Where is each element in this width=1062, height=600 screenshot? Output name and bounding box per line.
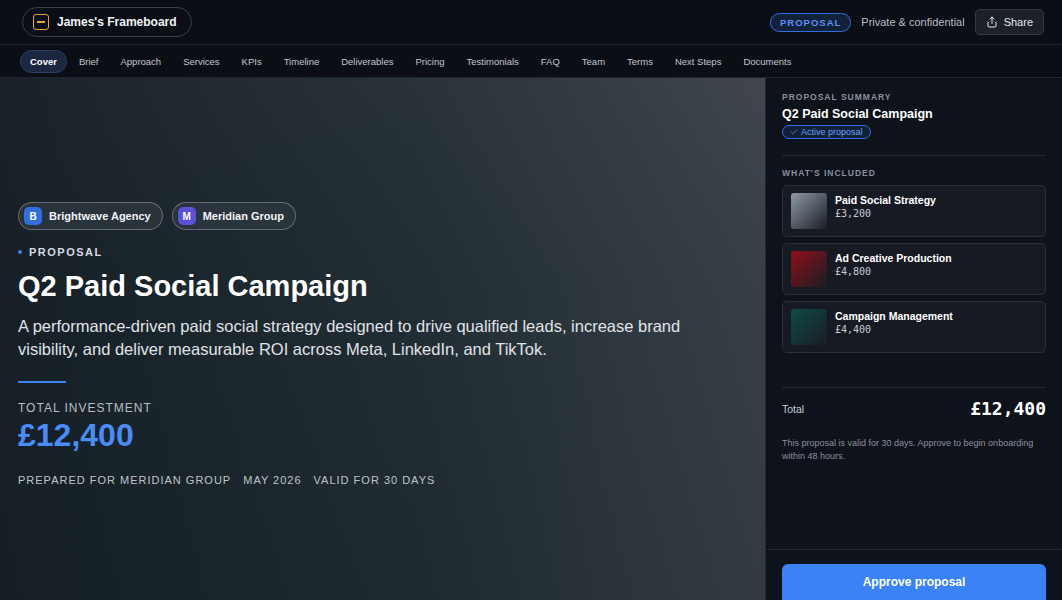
party-initial: M [178, 207, 196, 225]
nav-tab[interactable]: FAQ [531, 50, 570, 73]
item-thumbnail [791, 309, 827, 345]
hero-title: Q2 Paid Social Campaign [18, 270, 747, 303]
divider [782, 155, 1046, 156]
nav-tab[interactable]: Next Steps [665, 50, 731, 73]
sidebar-footer: Approve proposal [766, 549, 1062, 600]
party-chip: MMeridian Group [172, 202, 296, 230]
nav-tab[interactable]: Terms [617, 50, 663, 73]
hero-description: A performance-driven paid social strateg… [18, 315, 743, 361]
check-icon [790, 128, 798, 136]
total-row: Total £12,400 [782, 387, 1046, 419]
meta-item: MAY 2026 [243, 474, 301, 486]
summary-sidebar: PROPOSAL SUMMARY Q2 Paid Social Campaign A… [765, 78, 1062, 600]
validity-note: This proposal is valid for 30 days. Appr… [782, 437, 1046, 463]
nav-tab[interactable]: Deliverables [331, 50, 403, 73]
meta-item: PREPARED FOR MERIDIAN GROUP [18, 474, 231, 486]
section-nav: CoverBriefApproachServicesKPIsTimelineDe… [0, 45, 1062, 78]
nav-tab[interactable]: Services [173, 50, 229, 73]
frame-icon [33, 14, 49, 30]
top-actions: PROPOSAL Private & confidential Share [770, 9, 1044, 35]
item-name: Ad Creative Production [835, 252, 952, 264]
approve-button[interactable]: Approve proposal [782, 564, 1046, 600]
item-price: £4,800 [835, 266, 952, 277]
brand[interactable]: James's Frameboard [22, 7, 192, 37]
top-bar: James's Frameboard PROPOSAL Private & conf… [0, 0, 1062, 45]
status-badge: Active proposal [782, 125, 871, 139]
nav-tab[interactable]: Team [572, 50, 615, 73]
item-name: Campaign Management [835, 310, 953, 322]
hero-eyebrow: PROPOSAL [18, 246, 747, 258]
brand-name: James's Frameboard [57, 15, 177, 29]
included-item[interactable]: Paid Social Strategy £3,200 [782, 185, 1046, 237]
privacy-label: Private & confidential [861, 16, 964, 28]
item-thumbnail [791, 193, 827, 229]
investment-label: TOTAL INVESTMENT [18, 401, 747, 415]
included-item[interactable]: Ad Creative Production £4,800 [782, 243, 1046, 295]
summary-eyebrow: PROPOSAL SUMMARY [782, 92, 1046, 102]
meta-item: VALID FOR 30 DAYS [314, 474, 436, 486]
item-price: £4,400 [835, 324, 953, 335]
included-label: WHAT'S INCLUDED [782, 168, 1046, 178]
item-price: £3,200 [835, 208, 936, 219]
nav-tab[interactable]: Timeline [274, 50, 330, 73]
share-button[interactable]: Share [975, 9, 1044, 35]
party-initial: B [24, 207, 42, 225]
accent-rule [18, 381, 66, 383]
proposal-page: James's Frameboard PROPOSAL Private & conf… [0, 0, 1062, 600]
included-list: Paid Social Strategy £3,200 Ad Creative Pr… [782, 185, 1046, 353]
hero: BBrightwave Agency MMeridian Group PROPOSA… [0, 78, 765, 600]
nav-tab[interactable]: KPIs [232, 50, 272, 73]
nav-tab[interactable]: Testimonials [457, 50, 529, 73]
nav-tab[interactable]: Documents [733, 50, 801, 73]
party-chip: BBrightwave Agency [18, 202, 163, 230]
hero-meta: PREPARED FOR MERIDIAN GROUP MAY 2026 VALID… [18, 474, 747, 486]
main: BBrightwave Agency MMeridian Group PROPOSA… [0, 78, 1062, 600]
proposal-badge: PROPOSAL [770, 13, 851, 32]
summary-title: Q2 Paid Social Campaign [782, 107, 1046, 121]
item-name: Paid Social Strategy [835, 194, 936, 206]
item-thumbnail [791, 251, 827, 287]
investment-value: £12,400 [18, 417, 747, 454]
share-icon [986, 16, 998, 28]
total-label: Total [782, 403, 804, 415]
parties: BBrightwave Agency MMeridian Group [18, 202, 747, 230]
nav-tab[interactable]: Pricing [405, 50, 454, 73]
total-value: £12,400 [970, 398, 1046, 419]
nav-tab[interactable]: Approach [110, 50, 171, 73]
nav-tab[interactable]: Cover [20, 50, 67, 73]
nav-tab[interactable]: Brief [69, 50, 109, 73]
included-item[interactable]: Campaign Management £4,400 [782, 301, 1046, 353]
